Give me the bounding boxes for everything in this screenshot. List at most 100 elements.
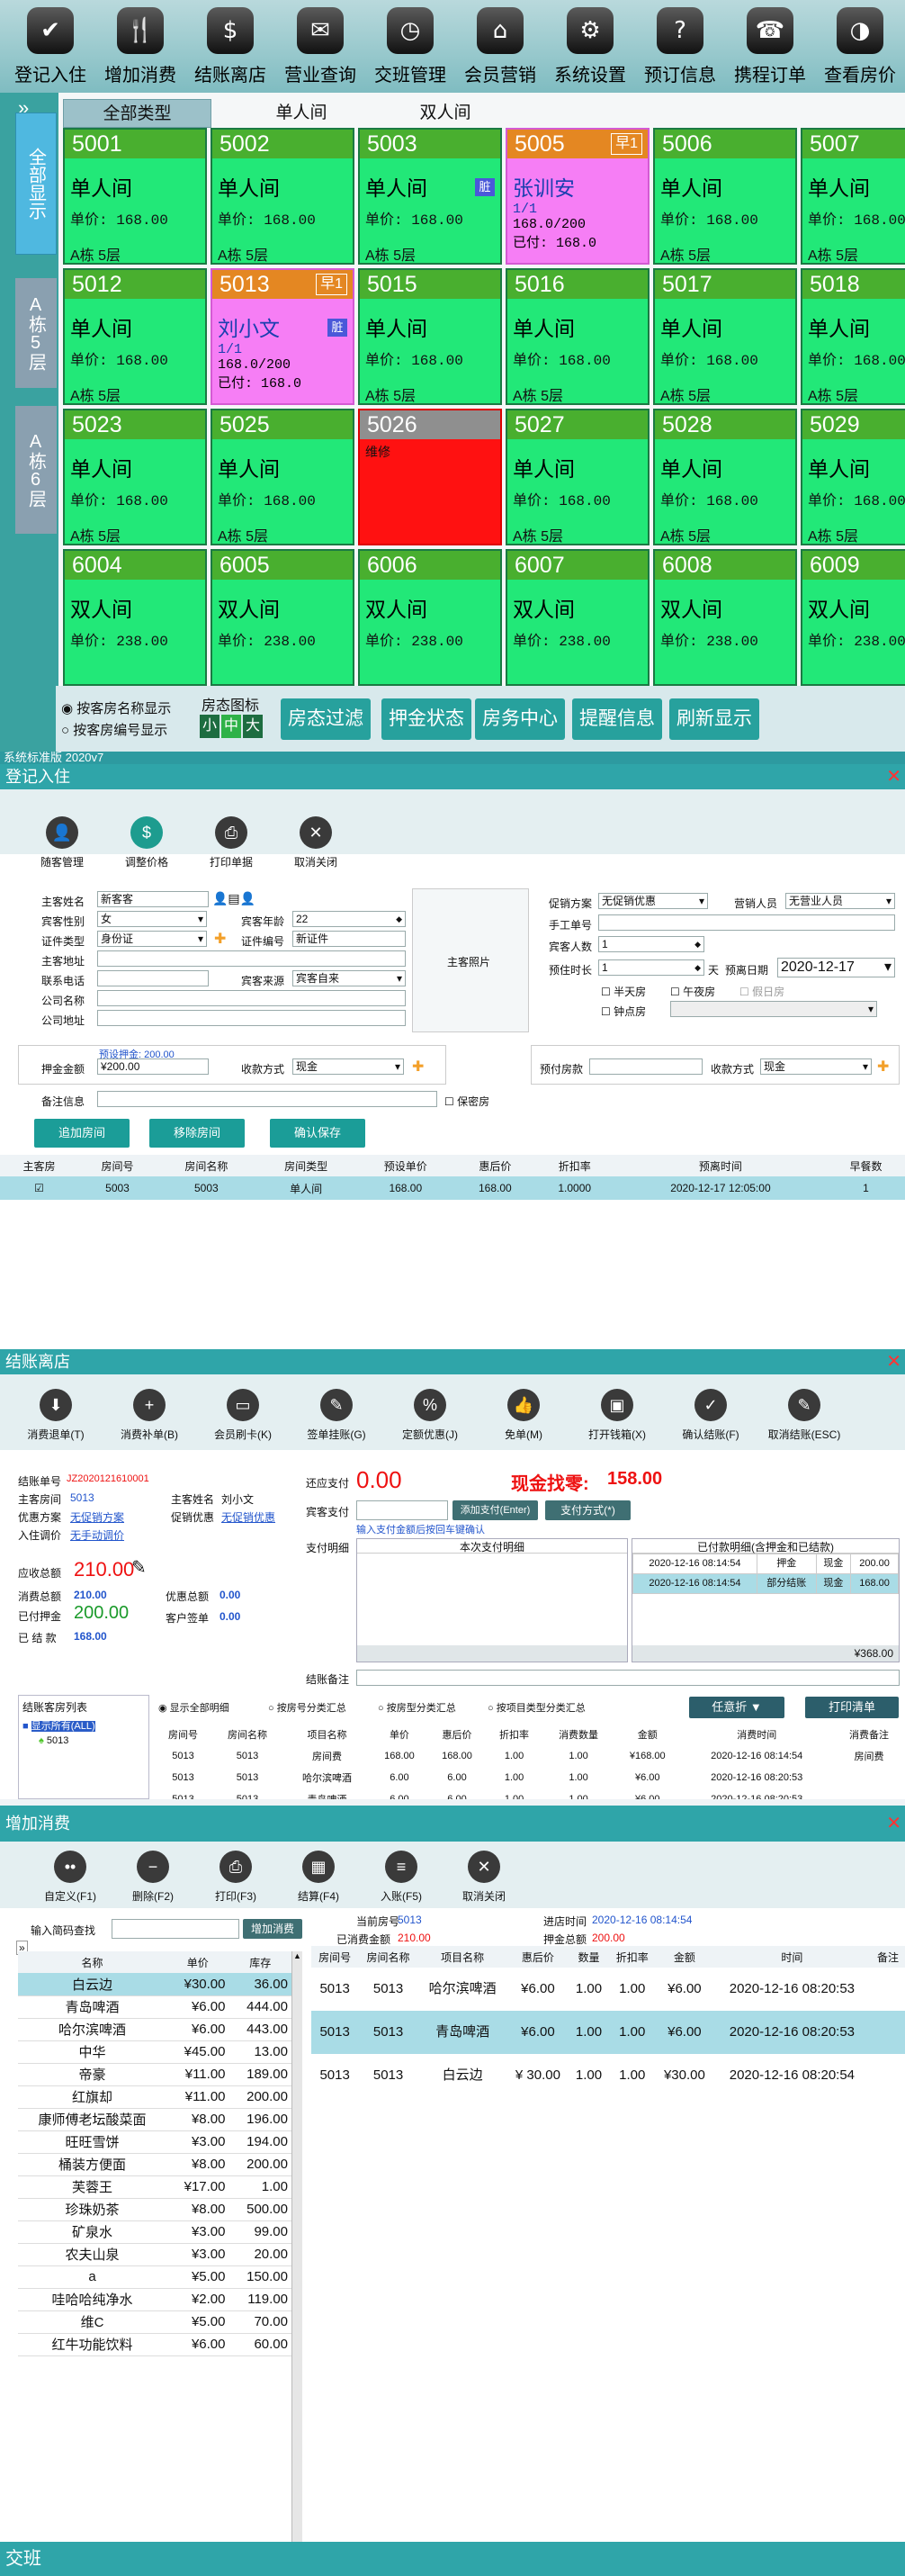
toolbar-button-8[interactable]: ☎ 携程订单 bbox=[725, 7, 815, 90]
goods-row[interactable]: 青岛啤酒 ¥6.00 444.00 bbox=[18, 1995, 291, 2019]
tab-double[interactable]: 双人间 bbox=[387, 99, 504, 128]
companion-button[interactable]: 👤 随客管理 bbox=[22, 816, 103, 869]
room-card[interactable]: 5023 单人间 单价: 168.00 A栋 5层 bbox=[63, 409, 207, 545]
table-row[interactable]: ☑ 5003 5003 单人间 168.00 168.00 1.0000 2020-12-17… bbox=[0, 1176, 905, 1200]
add-icon[interactable]: ✚ bbox=[412, 1058, 424, 1076]
checkout-tool-1[interactable]: + 消费补单(B) bbox=[104, 1389, 194, 1442]
goods-row[interactable]: 帝豪 ¥11.00 189.00 bbox=[18, 2063, 291, 2086]
paid-row[interactable]: 2020-12-16 08:14:54 部分结账 现金 168.00 bbox=[632, 1573, 899, 1594]
room-card[interactable]: 5003 单人间脏单价: 168.00 A栋 5层 bbox=[358, 128, 502, 265]
close-icon[interactable]: ✕ bbox=[886, 1806, 901, 1842]
room-card[interactable]: 6008 双人间 单价: 238.00 bbox=[653, 549, 797, 686]
discount-button[interactable]: 任意折 ▼ bbox=[689, 1697, 784, 1718]
goods-row[interactable]: 芙蓉王 ¥17.00 1.00 bbox=[18, 2175, 291, 2199]
size-large[interactable]: 大 bbox=[243, 715, 263, 738]
toolbar-button-0[interactable]: ✔ 登记入住 bbox=[5, 7, 95, 90]
room-card[interactable]: 6005 双人间 单价: 238.00 bbox=[211, 549, 354, 686]
close-icon[interactable]: ✕ bbox=[886, 764, 901, 789]
checkout-tool-4[interactable]: % 定额优惠(J) bbox=[385, 1389, 475, 1442]
room-card[interactable]: 5025 单人间 单价: 168.00 A栋 5层 bbox=[211, 409, 354, 545]
tree-all[interactable]: ■ 显示所有(ALL) bbox=[19, 1718, 148, 1733]
goods-row[interactable]: 旺旺雪饼 ¥3.00 194.00 bbox=[18, 2130, 291, 2154]
paid-row[interactable]: 2020-12-16 08:14:54 押金 现金 200.00 bbox=[632, 1554, 899, 1574]
handover-footer[interactable]: 交班 bbox=[0, 2542, 905, 2576]
confirm-save-button[interactable]: 确认保存 bbox=[270, 1119, 365, 1148]
age-input[interactable]: 22 ◆ bbox=[292, 911, 406, 927]
goods-row[interactable]: 中华 ¥45.00 13.00 bbox=[18, 2040, 291, 2064]
consume-tool-1[interactable]: − 删除(F2) bbox=[115, 1851, 191, 1904]
room-card[interactable]: 5015 单人间 单价: 168.00 A栋 5层 bbox=[358, 268, 502, 405]
checkout-tool-2[interactable]: ▭ 会员刷卡(K) bbox=[198, 1389, 288, 1442]
checkout-tool-5[interactable]: 👍 免单(M) bbox=[479, 1389, 569, 1442]
room-card[interactable]: 5002 单人间 单价: 168.00 A栋 5层 bbox=[211, 128, 354, 265]
radio-by-name[interactable]: ◉ 按客房名称显示 bbox=[61, 698, 171, 717]
detail-filter-1[interactable]: ○ 按房号分类汇总 bbox=[268, 1700, 346, 1715]
add-room-button[interactable]: 追加房间 bbox=[34, 1119, 130, 1148]
guest-pay-input[interactable] bbox=[356, 1500, 448, 1520]
stay-input[interactable]: 1 ◆ bbox=[598, 959, 704, 976]
goods-row[interactable]: 红旗却 ¥11.00 200.00 bbox=[18, 2085, 291, 2109]
close-icon[interactable]: ✕ bbox=[886, 1349, 901, 1374]
table-row[interactable]: 5013 5013 哈尔滨啤酒 6.00 6.00 1.00 1.00 ¥6.00 2020-1… bbox=[155, 1767, 905, 1788]
photo-box[interactable]: 主客照片 bbox=[412, 888, 529, 1032]
room-card[interactable]: 5005 早1 张训安 1/1 168.0/200 已付: 168.0 bbox=[506, 128, 650, 265]
print-receipt-button[interactable]: ⎙ 打印单据 bbox=[191, 816, 272, 869]
room-filter-button[interactable]: 房态过滤 bbox=[281, 698, 371, 740]
deposit-input[interactable]: ¥200.00 bbox=[97, 1058, 209, 1075]
checkout-tool-6[interactable]: ▣ 打开钱箱(X) bbox=[572, 1389, 662, 1442]
consume-row[interactable]: 5013 5013 哈尔滨啤酒 ¥6.00 1.00 1.00 ¥6.00 2020-12-1… bbox=[311, 1968, 905, 2011]
toolbar-button-6[interactable]: ⚙ 系统设置 bbox=[545, 7, 635, 90]
halfday-checkbox[interactable]: ☐ 半天房 bbox=[601, 984, 646, 999]
guests-input[interactable]: 1 ◆ bbox=[598, 936, 704, 952]
room-card[interactable]: 5001 单人间 单价: 168.00 A栋 5层 bbox=[63, 128, 207, 265]
checkout-tool-3[interactable]: ✎ 签单挂账(G) bbox=[291, 1389, 381, 1442]
detail-filter-3[interactable]: ○ 按项目类型分类汇总 bbox=[488, 1700, 586, 1715]
room-card[interactable]: 5018 单人间 单价: 168.00 A栋 5层 bbox=[801, 268, 905, 405]
consume-tool-4[interactable]: ≡ 入账(F5) bbox=[363, 1851, 439, 1904]
promo-select[interactable]: 无促销优惠 ▾ bbox=[598, 893, 708, 909]
size-small[interactable]: 小 bbox=[200, 715, 220, 738]
detail-filter-2[interactable]: ○ 按房型分类汇总 bbox=[378, 1700, 456, 1715]
housekeeping-button[interactable]: 房务中心 bbox=[475, 698, 565, 740]
consume-row[interactable]: 5013 5013 白云边 ¥ 30.00 1.00 1.00 ¥30.00 2020-12-… bbox=[311, 2054, 905, 2097]
deposit-status-button[interactable]: 押金状态 bbox=[381, 698, 471, 740]
tab-single[interactable]: 单人间 bbox=[243, 99, 360, 128]
filter-all[interactable]: 全部显示 bbox=[15, 113, 57, 255]
address-input[interactable] bbox=[97, 950, 406, 967]
prepay-method-select[interactable]: 现金 ▾ bbox=[760, 1058, 872, 1075]
company-input[interactable] bbox=[97, 990, 406, 1006]
sex-select[interactable]: 女 ▾ bbox=[97, 911, 207, 927]
adjust-price-button[interactable]: $ 调整价格 bbox=[106, 816, 187, 869]
detail-filter-0[interactable]: ◉ 显示全部明细 bbox=[158, 1700, 229, 1715]
add-payment-button[interactable]: 添加支付(Enter) bbox=[452, 1500, 538, 1520]
goods-row[interactable]: 红牛功能饮料 ¥6.00 60.00 bbox=[18, 2333, 291, 2356]
toolbar-button-2[interactable]: $ 结账离店 bbox=[185, 7, 275, 90]
room-card[interactable]: 6009 双人间 单价: 238.00 bbox=[801, 549, 905, 686]
room-card[interactable]: 5006 单人间 单价: 168.00 A栋 5层 bbox=[653, 128, 797, 265]
leave-date-input[interactable]: 2020-12-17 ▾ bbox=[777, 958, 895, 977]
person-icon[interactable]: 👤▤👤 bbox=[212, 891, 255, 906]
code-search-input[interactable] bbox=[112, 1919, 239, 1939]
goods-row[interactable]: 康师傅老坛酸菜面 ¥8.00 196.00 bbox=[18, 2108, 291, 2131]
checkout-tool-7[interactable]: ✓ 确认结账(F) bbox=[666, 1389, 756, 1442]
room-card[interactable]: 5016 单人间 单价: 168.00 A栋 5层 bbox=[506, 268, 650, 405]
room-card[interactable]: 5012 单人间 单价: 168.00 A栋 5层 bbox=[63, 268, 207, 405]
refresh-button[interactable]: 刷新显示 bbox=[669, 698, 759, 740]
phone-input[interactable] bbox=[97, 970, 209, 986]
holiday-checkbox[interactable]: ☐ 假日房 bbox=[739, 984, 784, 999]
toolbar-button-4[interactable]: ◷ 交班管理 bbox=[365, 7, 455, 90]
consume-tool-5[interactable]: ✕ 取消关闭 bbox=[446, 1851, 522, 1904]
room-card[interactable]: 5007 单人间 单价: 168.00 A栋 5层 bbox=[801, 128, 905, 265]
goods-row[interactable]: 哈尔滨啤酒 ¥6.00 443.00 bbox=[18, 2018, 291, 2041]
room-card[interactable]: 5028 单人间 单价: 168.00 A栋 5层 bbox=[653, 409, 797, 545]
hourly-select[interactable]: ▾ bbox=[670, 1001, 877, 1017]
goods-row[interactable]: 珍珠奶茶 ¥8.00 500.00 bbox=[18, 2198, 291, 2221]
consume-row[interactable]: 5013 5013 青岛啤酒 ¥6.00 1.00 1.00 ¥6.00 2020-12-16… bbox=[311, 2011, 905, 2054]
checkout-tool-8[interactable]: ✎ 取消结账(ESC) bbox=[759, 1389, 849, 1442]
scroll-up-icon[interactable]: ▲ bbox=[292, 1951, 302, 1960]
room-card[interactable]: 5017 单人间 单价: 168.00 A栋 5层 bbox=[653, 268, 797, 405]
company-address-input[interactable] bbox=[97, 1010, 406, 1026]
idno-input[interactable]: 新证件 bbox=[292, 931, 406, 947]
consume-tool-3[interactable]: ▦ 结算(F4) bbox=[281, 1851, 356, 1904]
room-card[interactable]: 6004 双人间 单价: 238.00 bbox=[63, 549, 207, 686]
